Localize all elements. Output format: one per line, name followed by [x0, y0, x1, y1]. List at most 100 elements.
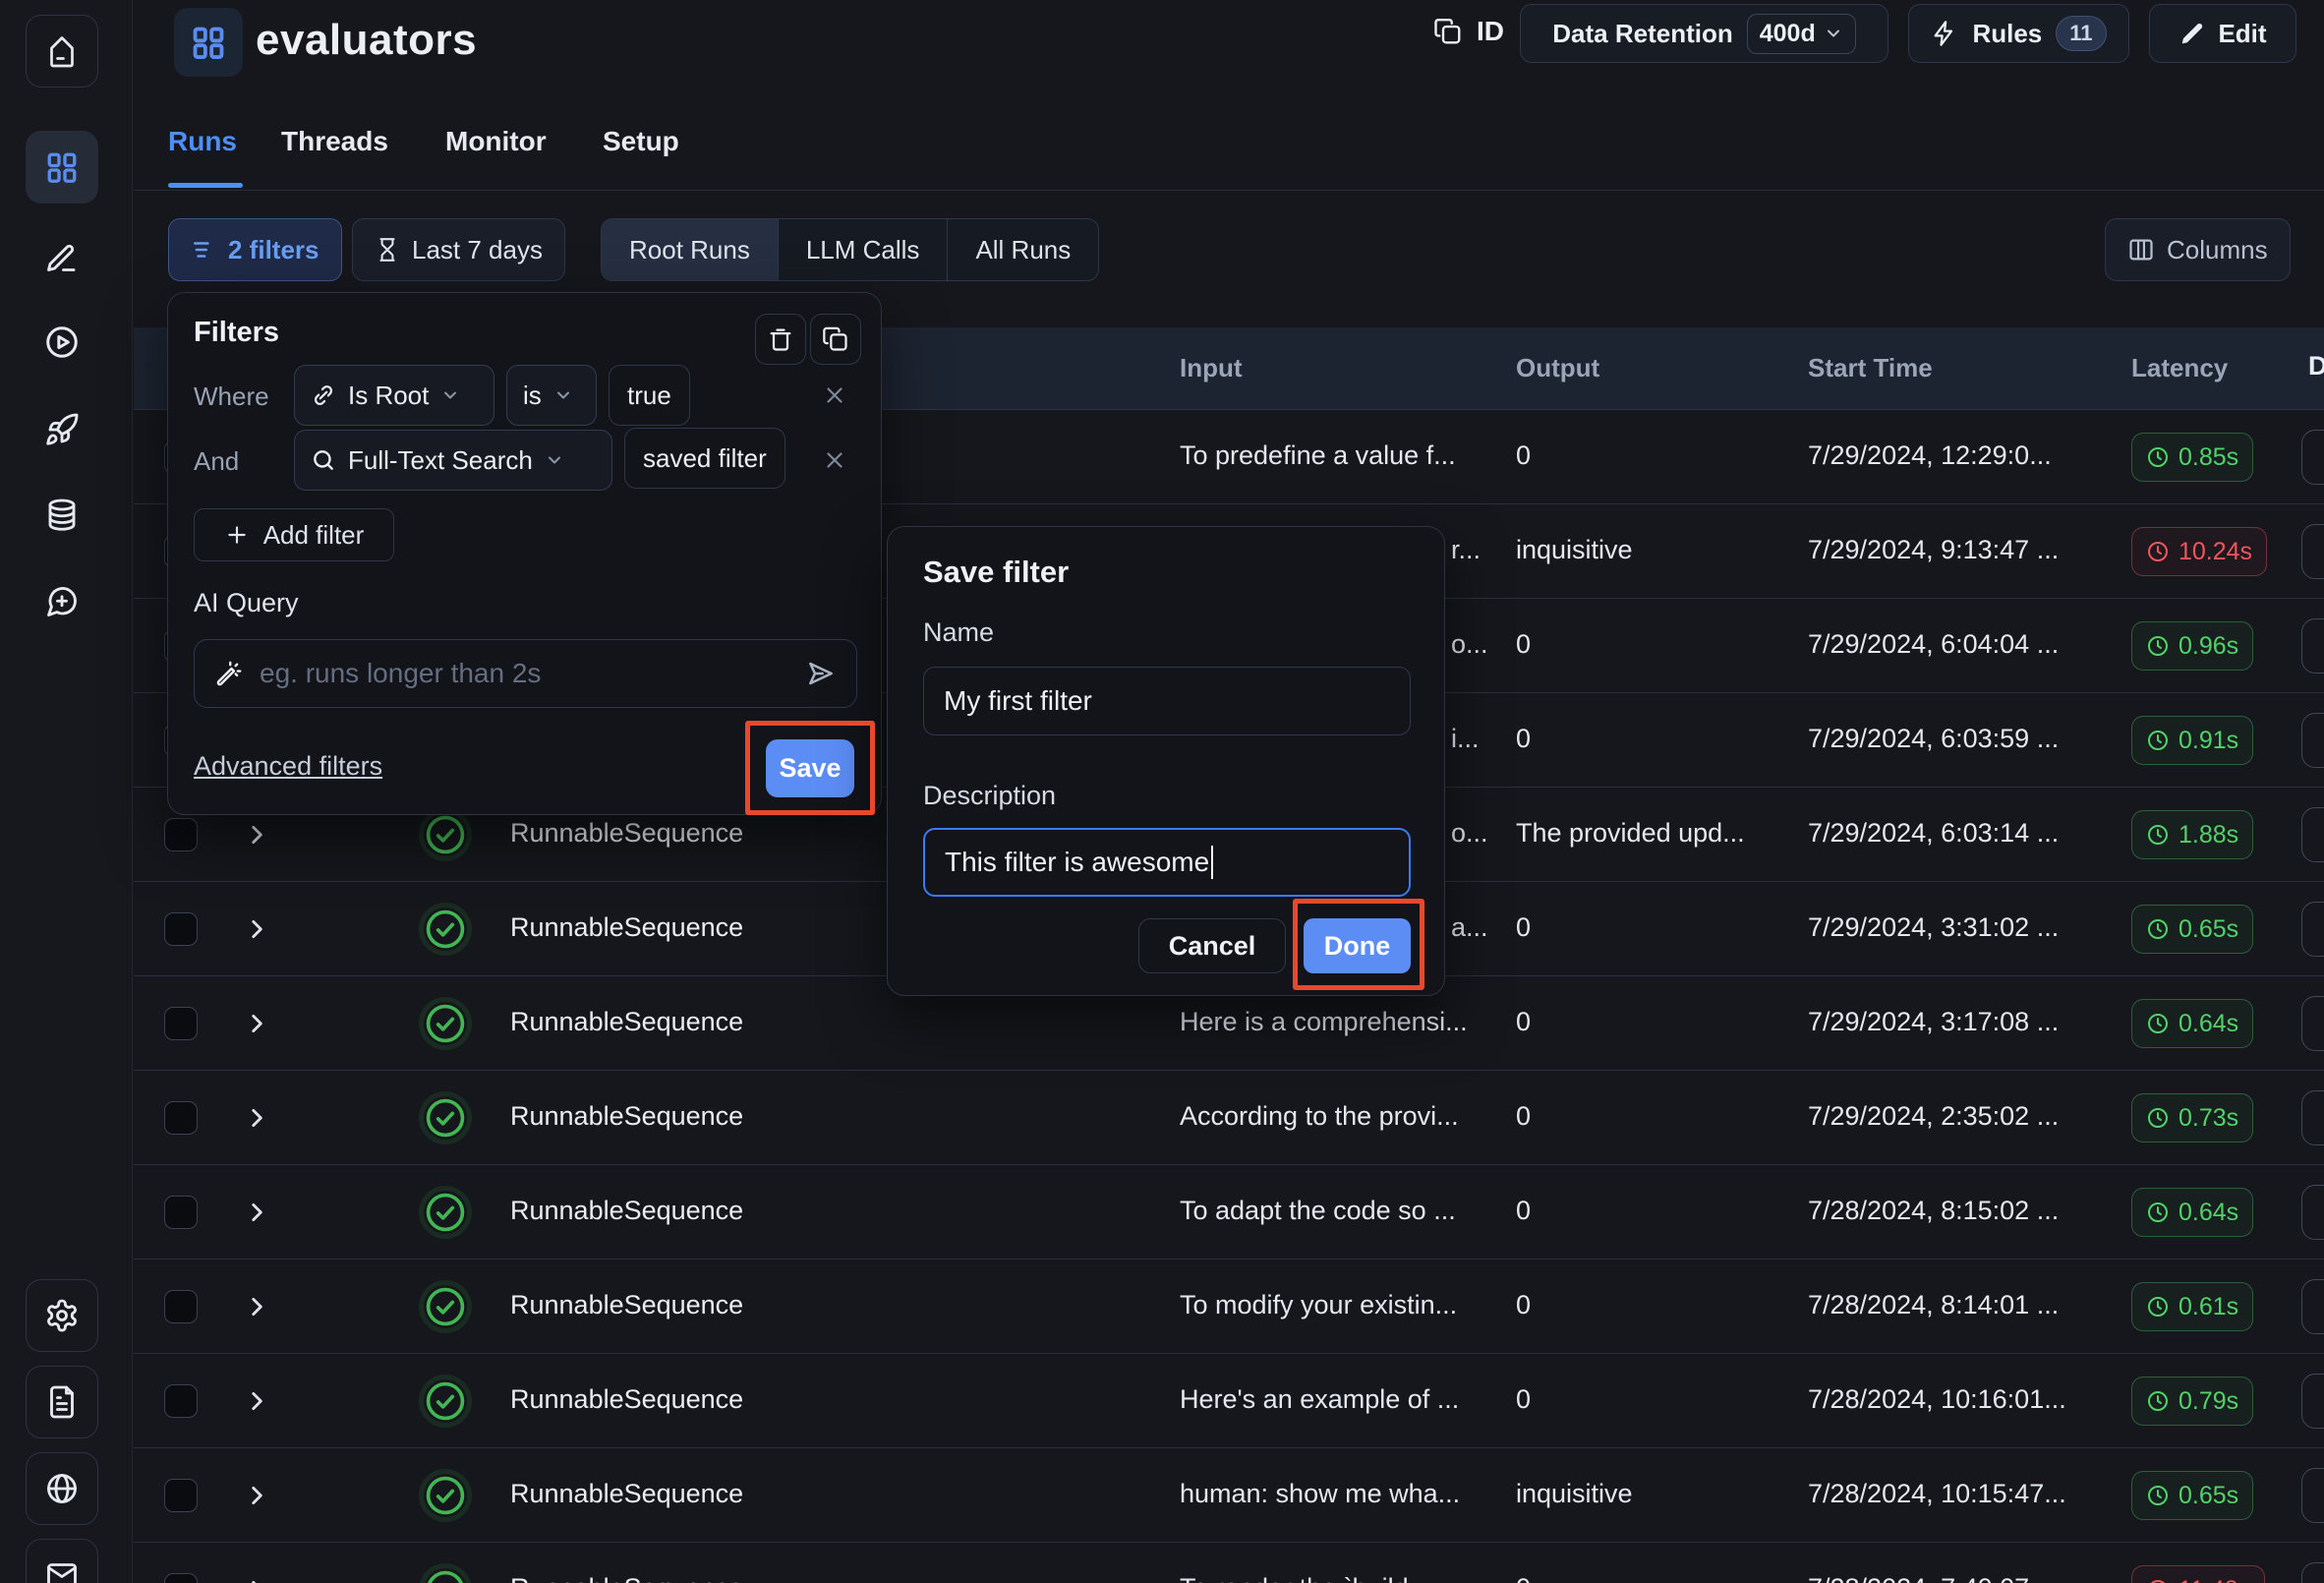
name-input[interactable] — [923, 667, 1411, 735]
cancel-button[interactable]: Cancel — [1138, 918, 1286, 973]
advanced-filters-link[interactable]: Advanced filters — [194, 751, 382, 782]
cell-start-time: 7/29/2024, 6:03:59 ... — [1808, 724, 2060, 753]
segment-all-runs[interactable]: All Runs — [947, 219, 1098, 280]
sidebar-item-deployments[interactable] — [26, 393, 98, 466]
data-retention-button[interactable]: Data Retention 400d — [1520, 4, 1888, 63]
sidebar-item-home[interactable] — [26, 15, 98, 88]
sidebar-item-annotate[interactable] — [26, 220, 98, 293]
sidebar-item-settings[interactable] — [26, 1279, 98, 1352]
chevron-right-icon[interactable] — [244, 1200, 269, 1225]
column-header-latency[interactable]: Latency — [2131, 353, 2228, 383]
cell-start-time: 7/29/2024, 9:13:47 ... — [1808, 535, 2060, 564]
success-status-icon — [424, 1096, 467, 1140]
segment-root-runs[interactable]: Root Runs — [602, 219, 778, 280]
database-icon — [44, 498, 80, 533]
date-range-button[interactable]: Last 7 days — [352, 218, 565, 281]
filter-field-select[interactable]: Full-Text Search — [294, 430, 612, 491]
add-filter-button[interactable]: Add filter — [194, 508, 394, 561]
row-checkbox[interactable] — [164, 1384, 198, 1418]
columns-button[interactable]: Columns — [2105, 218, 2291, 281]
row-checkbox[interactable] — [164, 1196, 198, 1229]
sidebar-item-playground[interactable] — [26, 306, 98, 379]
chevron-right-icon[interactable] — [244, 1483, 269, 1508]
text-caret — [1211, 846, 1214, 879]
document-icon — [44, 1384, 80, 1420]
run-name[interactable]: RunnableSequence — [510, 1384, 743, 1415]
cell-output: 0 — [1516, 629, 1532, 659]
latency-badge: 11.48s — [2131, 1565, 2266, 1583]
table-row[interactable]: RunnableSequence To modify your existin.… — [134, 1260, 2324, 1354]
table-row[interactable]: RunnableSequence To adapt the code so ..… — [134, 1165, 2324, 1260]
row-checkbox[interactable] — [164, 1479, 198, 1512]
run-name[interactable]: RunnableSequence — [510, 1196, 743, 1226]
clipped-action-button — [2301, 1468, 2324, 1523]
run-name[interactable]: RunnableSequence — [510, 818, 743, 849]
row-checkbox[interactable] — [164, 912, 198, 946]
table-row[interactable]: RunnableSequence To render the `build...… — [134, 1543, 2324, 1583]
edit-button[interactable]: Edit — [2149, 4, 2296, 63]
tab-setup[interactable]: Setup — [603, 126, 679, 157]
table-row[interactable]: RunnableSequence According to the provi.… — [134, 1071, 2324, 1165]
filter-operator-select[interactable]: is — [506, 365, 597, 426]
chevron-right-icon[interactable] — [244, 1294, 269, 1319]
run-name[interactable]: RunnableSequence — [510, 1101, 743, 1132]
cell-output: 0 — [1516, 440, 1532, 470]
sidebar-item-docs[interactable] — [26, 1366, 98, 1438]
search-icon — [311, 447, 336, 473]
chevron-right-icon[interactable] — [244, 916, 269, 942]
rules-button[interactable]: Rules 11 — [1908, 4, 2129, 63]
column-header-output[interactable]: Output — [1516, 353, 1599, 383]
filter-field-select[interactable]: Is Root — [294, 365, 494, 426]
remove-filter-button[interactable] — [817, 442, 852, 478]
cell-input: To render the `build... — [1180, 1573, 1430, 1583]
tab-runs[interactable]: Runs — [168, 126, 237, 157]
ai-query-label: AI Query — [194, 588, 299, 617]
row-checkbox[interactable] — [164, 818, 198, 851]
run-name[interactable]: RunnableSequence — [510, 912, 743, 943]
settings-gear-icon — [44, 1298, 80, 1333]
run-name[interactable]: RunnableSequence — [510, 1573, 743, 1583]
sidebar-item-mail[interactable] — [26, 1539, 98, 1583]
latency-badge: 0.85s — [2131, 433, 2254, 482]
run-name[interactable]: RunnableSequence — [510, 1007, 743, 1037]
sidebar-item-datasets[interactable] — [26, 479, 98, 552]
chevron-right-icon[interactable] — [244, 1105, 269, 1131]
sidebar-item-feedback[interactable] — [26, 565, 98, 638]
filters-button[interactable]: 2 filters — [168, 218, 342, 281]
run-name[interactable]: RunnableSequence — [510, 1479, 743, 1509]
table-row[interactable]: RunnableSequence human: show me wha... i… — [134, 1448, 2324, 1543]
table-row[interactable]: RunnableSequence Here's an example of ..… — [134, 1354, 2324, 1448]
run-name[interactable]: RunnableSequence — [510, 1290, 743, 1320]
copy-filters-button[interactable] — [810, 314, 861, 365]
send-icon[interactable] — [805, 658, 837, 689]
chevron-right-icon[interactable] — [244, 1388, 269, 1414]
ai-query-input[interactable] — [260, 658, 789, 689]
segment-llm-calls[interactable]: LLM Calls — [777, 219, 948, 280]
left-sidebar — [0, 0, 133, 1583]
filter-value[interactable]: saved filter — [624, 428, 785, 489]
sidebar-item-projects[interactable] — [26, 131, 98, 204]
tab-threads[interactable]: Threads — [281, 126, 388, 157]
row-checkbox[interactable] — [164, 1573, 198, 1583]
chevron-right-icon[interactable] — [244, 822, 269, 848]
chevron-right-icon[interactable] — [244, 1011, 269, 1036]
column-header-input[interactable]: Input — [1180, 353, 1243, 383]
sidebar-item-web[interactable] — [26, 1452, 98, 1525]
copy-id-button[interactable]: ID — [1433, 16, 1504, 47]
filter-value[interactable]: true — [609, 365, 690, 426]
row-checkbox[interactable] — [164, 1101, 198, 1135]
description-input[interactable]: This filter is awesome — [923, 828, 1411, 897]
tab-monitor[interactable]: Monitor — [445, 126, 547, 157]
delete-filters-button[interactable] — [755, 314, 806, 365]
column-header-start-time[interactable]: Start Time — [1808, 353, 1933, 383]
latency-badge: 0.65s — [2131, 905, 2254, 954]
latency-badge: 0.65s — [2131, 1471, 2254, 1520]
trash-icon — [767, 325, 794, 353]
save-filter-button[interactable]: Save — [766, 739, 854, 797]
remove-filter-button[interactable] — [817, 378, 852, 413]
row-checkbox[interactable] — [164, 1007, 198, 1040]
row-checkbox[interactable] — [164, 1290, 198, 1323]
page-title: evaluators — [256, 16, 478, 64]
done-button[interactable]: Done — [1304, 918, 1411, 973]
chevron-right-icon[interactable] — [244, 1577, 269, 1583]
